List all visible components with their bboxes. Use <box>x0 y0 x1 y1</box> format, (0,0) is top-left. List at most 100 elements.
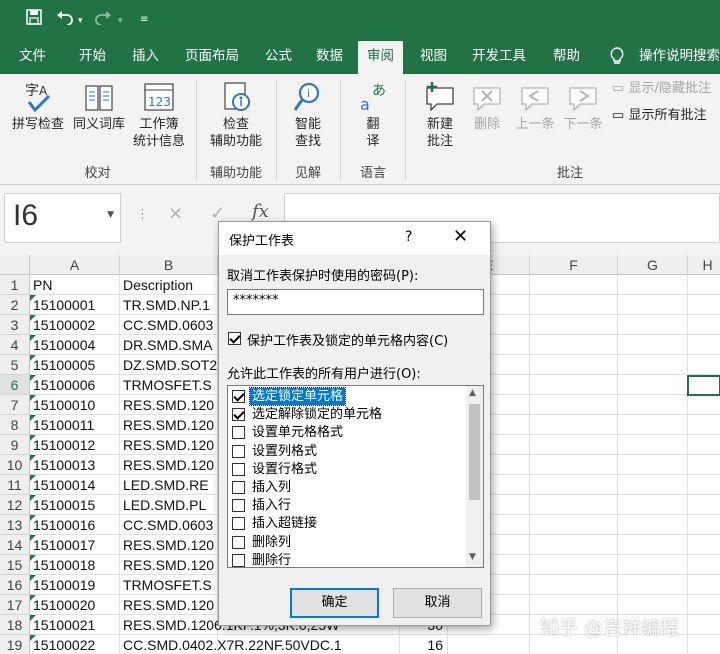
name-box[interactable]: I6 ▼ <box>4 193 121 243</box>
cell-empty[interactable] <box>688 435 720 455</box>
cell-pn[interactable]: 15100022 <box>30 635 120 654</box>
cell-pn[interactable]: 15100004 <box>30 335 120 355</box>
row-header[interactable]: 18 <box>0 615 30 635</box>
cell-pn[interactable]: 15100006 <box>30 375 120 395</box>
permission-item[interactable]: 插入行 <box>230 497 466 515</box>
cell-empty[interactable] <box>530 275 618 295</box>
permissions-list[interactable]: ▲ ▼ 选定锁定单元格 选定解除锁定的单元格 设置单元格格式 设置列格式 设置行格式 插入… <box>227 385 484 568</box>
cell-empty[interactable] <box>530 435 618 455</box>
undo-dropdown-icon[interactable]: ▾ <box>78 12 83 30</box>
tab-developer[interactable]: 开发工具 <box>472 38 526 74</box>
cancel-button[interactable]: 取消 <box>393 588 482 618</box>
cell-empty[interactable] <box>688 615 720 635</box>
cell-pn[interactable]: 15100018 <box>30 555 120 575</box>
cell-empty[interactable] <box>530 475 618 495</box>
row-header[interactable]: 1 <box>0 275 30 295</box>
cell-empty[interactable] <box>618 415 688 435</box>
redo-icon[interactable] <box>94 9 112 29</box>
row-header[interactable]: 11 <box>0 475 30 495</box>
cell-empty[interactable] <box>618 275 688 295</box>
cell-pn[interactable]: 15100020 <box>30 595 120 615</box>
cell-pn[interactable]: 15100005 <box>30 355 120 375</box>
row-header[interactable]: 7 <box>0 395 30 415</box>
cell-pn[interactable]: 15100021 <box>30 615 120 635</box>
show-hide-comment-button[interactable]: ▭ 显示/隐藏批注 <box>612 80 711 98</box>
row-header[interactable]: 2 <box>0 295 30 315</box>
cell-empty[interactable] <box>688 555 720 575</box>
cell-description[interactable]: RES.SMD.120 <box>120 415 218 435</box>
cell-empty[interactable] <box>618 495 688 515</box>
row-header[interactable]: 16 <box>0 575 30 595</box>
cell-description[interactable]: Description <box>120 275 218 295</box>
thesaurus-button[interactable]: 同义词库 <box>70 80 128 133</box>
tab-data[interactable]: 数据 <box>316 38 343 74</box>
cell-pn[interactable]: PN <box>30 275 120 295</box>
column-header[interactable]: F <box>530 255 618 275</box>
tab-insert[interactable]: 插入 <box>132 38 159 74</box>
check-accessibility-button[interactable]: 检查 辅助功能 <box>202 80 270 150</box>
row-header[interactable]: 10 <box>0 455 30 475</box>
tab-view[interactable]: 视图 <box>420 38 447 74</box>
cell-empty[interactable] <box>618 435 688 455</box>
permission-item[interactable]: 插入列 <box>230 479 466 497</box>
cell-empty[interactable] <box>688 275 720 295</box>
cell-pn[interactable]: 15100019 <box>30 575 120 595</box>
scroll-up-icon[interactable]: ▲ <box>469 388 476 398</box>
save-icon[interactable] <box>26 9 42 29</box>
cell-description[interactable]: LED.SMD.PL <box>120 495 218 515</box>
row-header[interactable]: 14 <box>0 535 30 555</box>
column-header[interactable]: A <box>30 255 120 275</box>
row-header[interactable]: 17 <box>0 595 30 615</box>
cell-empty[interactable] <box>618 575 688 595</box>
cell-empty[interactable] <box>218 635 400 654</box>
cell-description[interactable]: CC.SMD.0402.X7R.22NF.50VDC.1 <box>120 635 342 654</box>
row-header[interactable]: 8 <box>0 415 30 435</box>
cell-description[interactable]: DR.SMD.SMA <box>120 335 218 355</box>
permission-checkbox[interactable] <box>232 553 245 567</box>
cell-description[interactable]: RES.SMD.1206.1KF.1%,3K.0,25W <box>120 615 339 635</box>
cell-pn[interactable]: 15100013 <box>30 455 120 475</box>
redo-dropdown-icon[interactable]: ▾ <box>118 12 123 30</box>
cell-description[interactable]: TR.SMD.NP.1 <box>120 295 218 315</box>
cell-empty[interactable] <box>530 555 618 575</box>
list-scrollbar[interactable]: ▲ ▼ <box>466 386 483 567</box>
row-header[interactable]: 13 <box>0 515 30 535</box>
cell-description[interactable]: DZ.SMD.SOT2 <box>120 355 218 375</box>
cell-empty[interactable] <box>688 395 720 415</box>
cell-empty[interactable] <box>618 355 688 375</box>
cell-description[interactable]: RES.SMD.120 <box>120 555 218 575</box>
cell-empty[interactable] <box>618 395 688 415</box>
cell-empty[interactable] <box>618 555 688 575</box>
cell-empty[interactable] <box>688 515 720 535</box>
cell-empty[interactable] <box>688 295 720 315</box>
permission-checkbox[interactable] <box>232 535 245 549</box>
cell-empty[interactable] <box>530 515 618 535</box>
cell-description[interactable]: RES.SMD.120 <box>120 435 218 455</box>
cell-description[interactable]: LED.SMD.RE <box>120 475 218 495</box>
cell-pn[interactable]: 15100014 <box>30 475 120 495</box>
delete-comment-button[interactable]: 删除 <box>466 80 508 133</box>
cell-description[interactable]: RES.SMD.120 <box>120 535 218 555</box>
spelling-button[interactable]: 字A 拼写检查 <box>8 80 68 133</box>
help-icon[interactable]: ? <box>405 229 412 245</box>
cell-empty[interactable] <box>618 375 688 395</box>
cell-description[interactable]: RES.SMD.120 <box>120 595 218 615</box>
tab-home[interactable]: 开始 <box>79 38 106 74</box>
cell-empty[interactable] <box>688 415 720 435</box>
workbook-statistics-button[interactable]: 123 工作簿 统计信息 <box>128 80 190 150</box>
smart-lookup-button[interactable]: i 智能 查找 <box>282 80 334 150</box>
permission-checkbox[interactable] <box>232 390 245 403</box>
cell-empty[interactable] <box>530 455 618 475</box>
cell-empty[interactable] <box>448 635 530 654</box>
cell-empty[interactable] <box>688 535 720 555</box>
select-all-corner[interactable] <box>0 255 30 275</box>
cell-empty[interactable] <box>530 295 618 315</box>
column-header[interactable]: H <box>688 255 720 275</box>
scroll-down-icon[interactable]: ▼ <box>469 552 476 562</box>
permission-item[interactable]: 删除列 <box>230 534 466 552</box>
tab-help[interactable]: 帮助 <box>553 38 580 74</box>
cell-description[interactable]: CC.SMD.0603 <box>120 315 218 335</box>
row-header[interactable]: 3 <box>0 315 30 335</box>
cell-empty[interactable] <box>530 415 618 435</box>
row-header[interactable]: 5 <box>0 355 30 375</box>
